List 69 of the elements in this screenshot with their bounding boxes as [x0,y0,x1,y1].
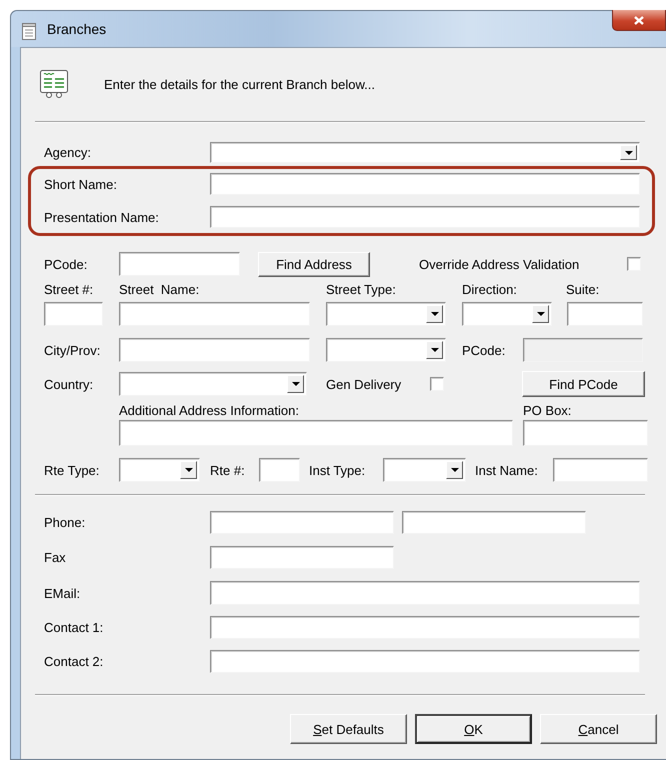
text-field[interactable] [210,650,640,673]
field-label: Street Type: [326,282,397,296]
dropdown-button[interactable] [532,305,549,323]
text-field[interactable] [523,420,648,446]
dropdown-button[interactable] [446,461,463,479]
text-field[interactable] [119,252,240,276]
dropdown-button[interactable] [426,341,443,359]
field-label: PO Box: [523,402,572,418]
window-title: Branches [47,21,106,37]
checkbox[interactable] [430,377,444,391]
field-label: EMail: [44,586,82,600]
field-label: Short Name: [44,176,118,192]
text-field[interactable] [210,616,640,639]
dialog-button[interactable]: Cancel [540,714,657,744]
field-label: Rte Type: [44,462,100,478]
field-label: Additional Address Information: [119,402,300,418]
dropdown-button[interactable] [287,375,304,393]
dialog-button[interactable]: Set Defaults [290,714,407,744]
field-label: Street #: [44,282,94,296]
text-field[interactable] [119,338,310,362]
field-label: Fax [44,550,67,565]
dropdown-field[interactable] [119,372,307,396]
close-button[interactable] [612,10,666,31]
text-field[interactable] [259,458,300,482]
action-button[interactable]: Find Address [258,252,370,276]
field-label: Inst Name: [475,462,539,478]
dropdown-button[interactable] [180,461,197,479]
field-label: Agency: [44,145,92,160]
action-button[interactable]: Find PCode [522,371,645,397]
field-label: PCode: [462,342,506,358]
text-field[interactable] [44,302,103,326]
dropdown-field[interactable] [326,338,446,362]
field-label: Contact 2: [44,654,104,669]
field-label: Suite: [566,282,600,296]
checkbox[interactable] [627,257,641,271]
field-label: Phone: [44,515,86,530]
field-label: Inst Type: [309,462,366,478]
field-label: Override Address Validation [419,256,580,272]
field-label: Rte #: [210,462,246,478]
text-field[interactable] [210,206,640,228]
text-field[interactable] [210,546,394,569]
field-label: Direction: [462,282,518,296]
text-field[interactable] [210,511,394,534]
dropdown-field[interactable] [119,458,200,482]
field-label: Street Name: [119,282,200,296]
text-field[interactable] [210,581,640,605]
field-label: Contact 1: [44,620,104,635]
document-icon [21,22,37,41]
field-label: Country: [44,376,94,392]
dropdown-button[interactable] [620,145,637,160]
text-field[interactable] [402,511,586,534]
close-icon [633,14,645,26]
field-label: Gen Delivery [326,376,402,392]
field-label: PCode: [44,256,88,272]
dropdown-field[interactable] [383,458,466,482]
dropdown-field[interactable] [326,302,446,326]
card-file-icon [39,69,69,99]
field-label: City/Prov: [44,342,102,358]
dialog-button[interactable]: OK [415,714,532,744]
field-label: Presentation Name: [44,210,160,224]
text-field[interactable] [210,173,640,195]
dropdown-field[interactable] [462,302,552,326]
dropdown-button[interactable] [426,305,443,323]
dropdown-field[interactable] [210,142,640,163]
instruction-text: Enter the details for the current Branch below... [104,76,375,92]
text-field[interactable] [567,302,643,326]
text-field[interactable] [553,458,648,482]
text-field[interactable] [119,420,513,446]
text-field[interactable] [119,302,310,326]
